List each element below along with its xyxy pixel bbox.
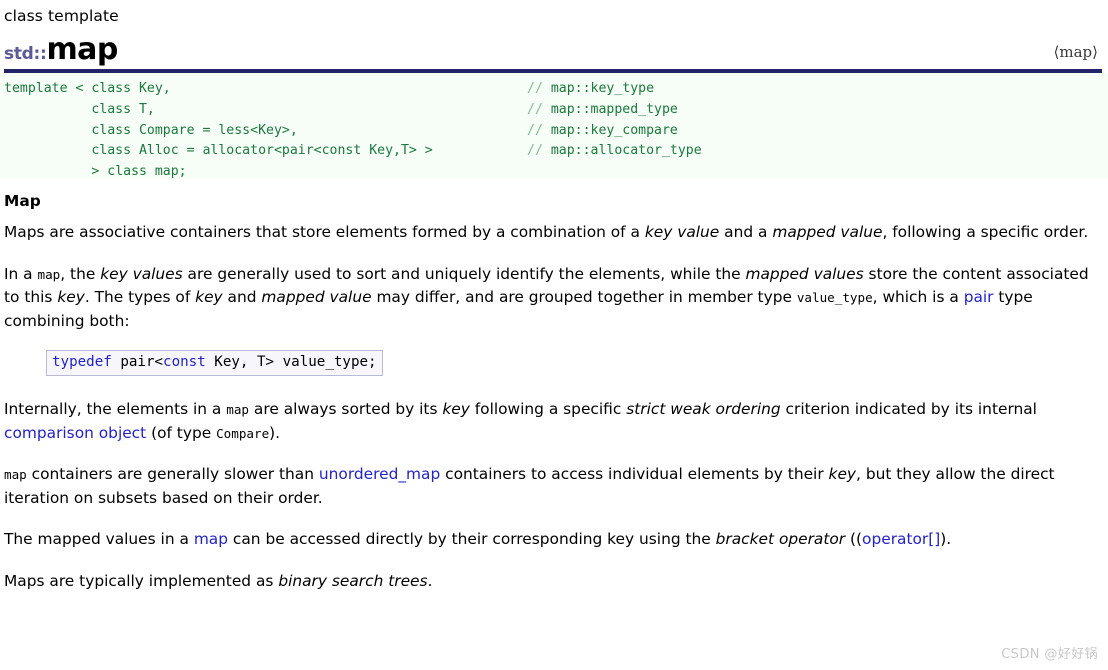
p1-emphasis-key-value: key value bbox=[644, 223, 720, 241]
typedef-mid: pair< bbox=[111, 354, 164, 370]
p3-emphasis-key: key bbox=[442, 400, 470, 418]
paragraph-internal-ordering: Internally, the elements in a map are al… bbox=[4, 398, 1098, 445]
p1-text-b: and a bbox=[719, 223, 773, 241]
p3-text-b: are always sorted by its bbox=[249, 400, 443, 418]
p6-emphasis-binary-search-trees: binary search trees bbox=[278, 571, 428, 590]
p6-text-a: Maps are typically implemented as bbox=[4, 571, 279, 590]
p3-text-c: following a specific bbox=[469, 400, 627, 418]
header-file-label: ⟨map⟩ bbox=[1053, 43, 1098, 61]
p3-code-compare: Compare bbox=[216, 425, 270, 441]
p5-emphasis-bracket-operator: bracket operator bbox=[715, 530, 846, 548]
page-header: class template std::map ⟨map⟩ bbox=[0, 0, 1108, 73]
decl-line-1: class T, bbox=[4, 101, 155, 117]
p2-text-f: and bbox=[222, 288, 262, 306]
title-row: std::map ⟨map⟩ bbox=[4, 29, 1102, 67]
comment-slash-1: // bbox=[527, 101, 551, 117]
comment-text-0: map::key_type bbox=[550, 81, 655, 96]
p1-text-c: , following a specific order. bbox=[882, 223, 1089, 241]
p2-emphasis-key: key bbox=[57, 288, 85, 306]
p5-text-c: (( bbox=[845, 530, 863, 548]
decl-line-2: class Compare = less<Key>, bbox=[4, 122, 298, 138]
comment-slash-2: // bbox=[527, 122, 551, 138]
p4-text-b: containers to access individual elements… bbox=[440, 465, 829, 483]
comment-slash-3: // bbox=[527, 143, 551, 159]
p1-emphasis-mapped-value: mapped value bbox=[772, 223, 883, 241]
decl-line-3: class Alloc = allocator<pair<const Key,T… bbox=[4, 143, 433, 159]
p3-emphasis-strict-weak-ordering: strict weak ordering bbox=[626, 400, 781, 418]
p3-text-a: Internally, the elements in a bbox=[4, 400, 227, 418]
page-title: std::map bbox=[4, 32, 118, 67]
p2-text-a: In a bbox=[4, 264, 38, 283]
page-kicker: class template bbox=[4, 7, 119, 25]
decl-line-4: > class map; bbox=[4, 164, 187, 180]
declaration-comments: // map::key_type // map::mapped_type // … bbox=[527, 79, 702, 162]
typedef-keyword: typedef bbox=[52, 354, 112, 370]
comment-text-1: map::mapped_type bbox=[550, 101, 678, 117]
csdn-watermark: CSDN @好好锅 bbox=[1001, 647, 1098, 662]
section-heading-map: Map bbox=[4, 192, 41, 210]
p5-text-a: The mapped values in a bbox=[4, 530, 194, 548]
p1-text-a: Maps are associative containers that sto… bbox=[4, 223, 645, 241]
p2-emphasis-key-values: key values bbox=[100, 264, 183, 283]
link-pair[interactable]: pair bbox=[964, 288, 994, 306]
paragraph-bracket-operator: The mapped values in a map can be access… bbox=[4, 528, 1098, 552]
p2-text-c: are generally used to sort and uniquely … bbox=[182, 264, 746, 283]
paragraph-key-values: In a map, the key values are generally u… bbox=[4, 263, 1098, 334]
template-declaration-code: template < class Key, class T, class Com… bbox=[4, 79, 433, 183]
p4-emphasis-key: key bbox=[828, 465, 857, 483]
typedef-code-snippet: typedef pair<const Key, T> value_type; bbox=[46, 350, 383, 376]
p2-emphasis-key-2: key bbox=[195, 288, 223, 306]
p6-text-b: . bbox=[427, 571, 433, 590]
p2-text-h: , which is a bbox=[872, 288, 964, 306]
const-keyword: const bbox=[163, 354, 206, 370]
paragraph-definition: Maps are associative containers that sto… bbox=[4, 221, 1098, 245]
paragraph-performance: map containers are generally slower than… bbox=[4, 463, 1098, 510]
typedef-tail: Key, T> value_type; bbox=[205, 354, 377, 370]
p3-text-d: criterion indicated by its internal bbox=[780, 400, 1037, 418]
link-unordered-map[interactable]: unordered_map bbox=[319, 465, 440, 483]
comment-slash-0: // bbox=[527, 81, 551, 96]
p2-code-map: map bbox=[37, 266, 61, 282]
p2-text-e: . The types of bbox=[84, 288, 196, 306]
p3-text-e: (of type bbox=[146, 423, 217, 442]
p2-emphasis-mapped-value: mapped value bbox=[261, 288, 372, 306]
decl-line-0: template < class Key, bbox=[4, 81, 171, 96]
namespace-label: std:: bbox=[4, 44, 47, 64]
comment-text-2: map::key_compare bbox=[550, 122, 678, 138]
comment-text-3: map::allocator_type bbox=[550, 143, 702, 159]
p3-text-f: ). bbox=[269, 423, 281, 442]
p2-code-value-type: value_type bbox=[796, 290, 873, 305]
link-comparison-object[interactable]: comparison object bbox=[4, 424, 146, 442]
class-name-label: map bbox=[46, 32, 119, 67]
article-body: Map Maps are associative containers that… bbox=[0, 179, 1108, 593]
p2-emphasis-mapped-values: mapped values bbox=[745, 264, 864, 283]
paragraph-implementation: Maps are typically implemented as binary… bbox=[4, 570, 1098, 594]
link-map[interactable]: map bbox=[194, 530, 228, 548]
p2-text-g: may differ, and are grouped together in … bbox=[371, 288, 797, 306]
declaration-code-block: template < class Key, class T, class Com… bbox=[0, 73, 1108, 179]
p3-code-map: map bbox=[226, 402, 250, 417]
p5-text-d: ). bbox=[940, 530, 952, 548]
link-operator-bracket[interactable]: operator[] bbox=[862, 530, 940, 548]
p5-text-b: can be accessed directly by their corres… bbox=[228, 530, 716, 548]
p2-text-b: , the bbox=[60, 264, 101, 283]
p4-text-a: containers are generally slower than bbox=[26, 465, 319, 483]
p4-code-map: map bbox=[4, 467, 27, 482]
